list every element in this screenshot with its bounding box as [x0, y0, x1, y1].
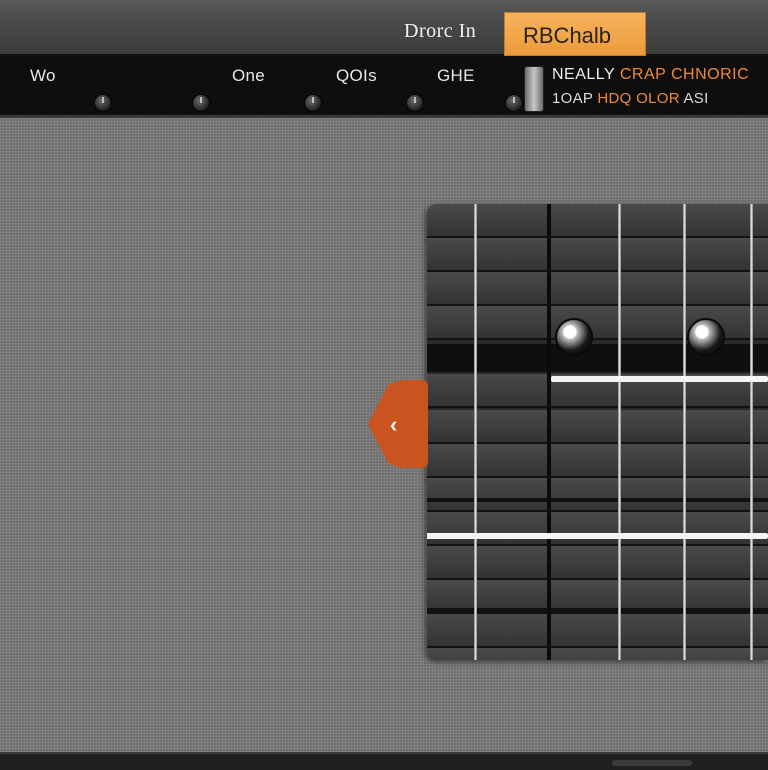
string-4[interactable]: [683, 204, 686, 660]
toolbar: Wo One QOIs GHE NEALLY CRAP CHNORIC 1OAP…: [0, 56, 768, 118]
highlight-bar-top: [551, 376, 768, 382]
fret-row: [427, 546, 768, 580]
tab-one[interactable]: One: [232, 66, 265, 86]
bottom-bar: [0, 752, 768, 770]
fret-row: [427, 410, 768, 444]
fret-wire: [427, 608, 768, 612]
highlight-bar-bottom: [427, 533, 768, 539]
fret-row: [427, 512, 768, 546]
note-marker-2[interactable]: [687, 318, 725, 356]
knob-3[interactable]: [304, 94, 322, 112]
fret-row: [427, 272, 768, 306]
info-text-6: OLOR: [636, 90, 680, 107]
fret-row: [427, 444, 768, 478]
mode-label: Drorc In: [404, 20, 477, 42]
knob-2[interactable]: [192, 94, 210, 112]
chevron-left-icon: ‹: [390, 412, 398, 437]
fret-row: [427, 238, 768, 272]
fret-row: [427, 204, 768, 238]
tab-qois[interactable]: QOIs: [336, 66, 377, 86]
tab-wo[interactable]: Wo: [30, 66, 56, 86]
info-text-2: CRAP: [619, 66, 667, 83]
fret-row: [427, 478, 768, 512]
string-5[interactable]: [750, 204, 753, 660]
knob-1[interactable]: [94, 94, 112, 112]
mode-select-button[interactable]: RBChalb: [504, 12, 646, 56]
info-text-5: HDQ: [597, 90, 632, 107]
tab-ghe[interactable]: GHE: [437, 66, 475, 86]
info-readout-bottom: 1OAP HDQ OLOR ASI: [552, 90, 709, 107]
note-marker-1[interactable]: [555, 318, 593, 356]
scroll-handle[interactable]: [612, 760, 692, 766]
knob-5[interactable]: [505, 94, 523, 112]
fret-row: [427, 648, 768, 660]
info-readout-top: NEALLY CRAP CHNORIC: [552, 66, 749, 84]
knob-4[interactable]: [406, 94, 424, 112]
info-text-4: 1OAP: [552, 90, 593, 107]
info-text-3: CHNORIC: [670, 66, 750, 83]
info-text-1: NEALLY: [552, 66, 615, 83]
fret-wire: [427, 498, 768, 502]
selector-handle[interactable]: [524, 66, 544, 112]
fretboard-panel[interactable]: [427, 204, 768, 660]
string-1[interactable]: [474, 204, 477, 660]
string-3[interactable]: [618, 204, 621, 660]
fret-row: [427, 614, 768, 648]
info-text-7: ASI: [683, 90, 709, 107]
title-bar: Drorc In RBChalb: [0, 0, 768, 56]
string-2[interactable]: [547, 204, 551, 660]
